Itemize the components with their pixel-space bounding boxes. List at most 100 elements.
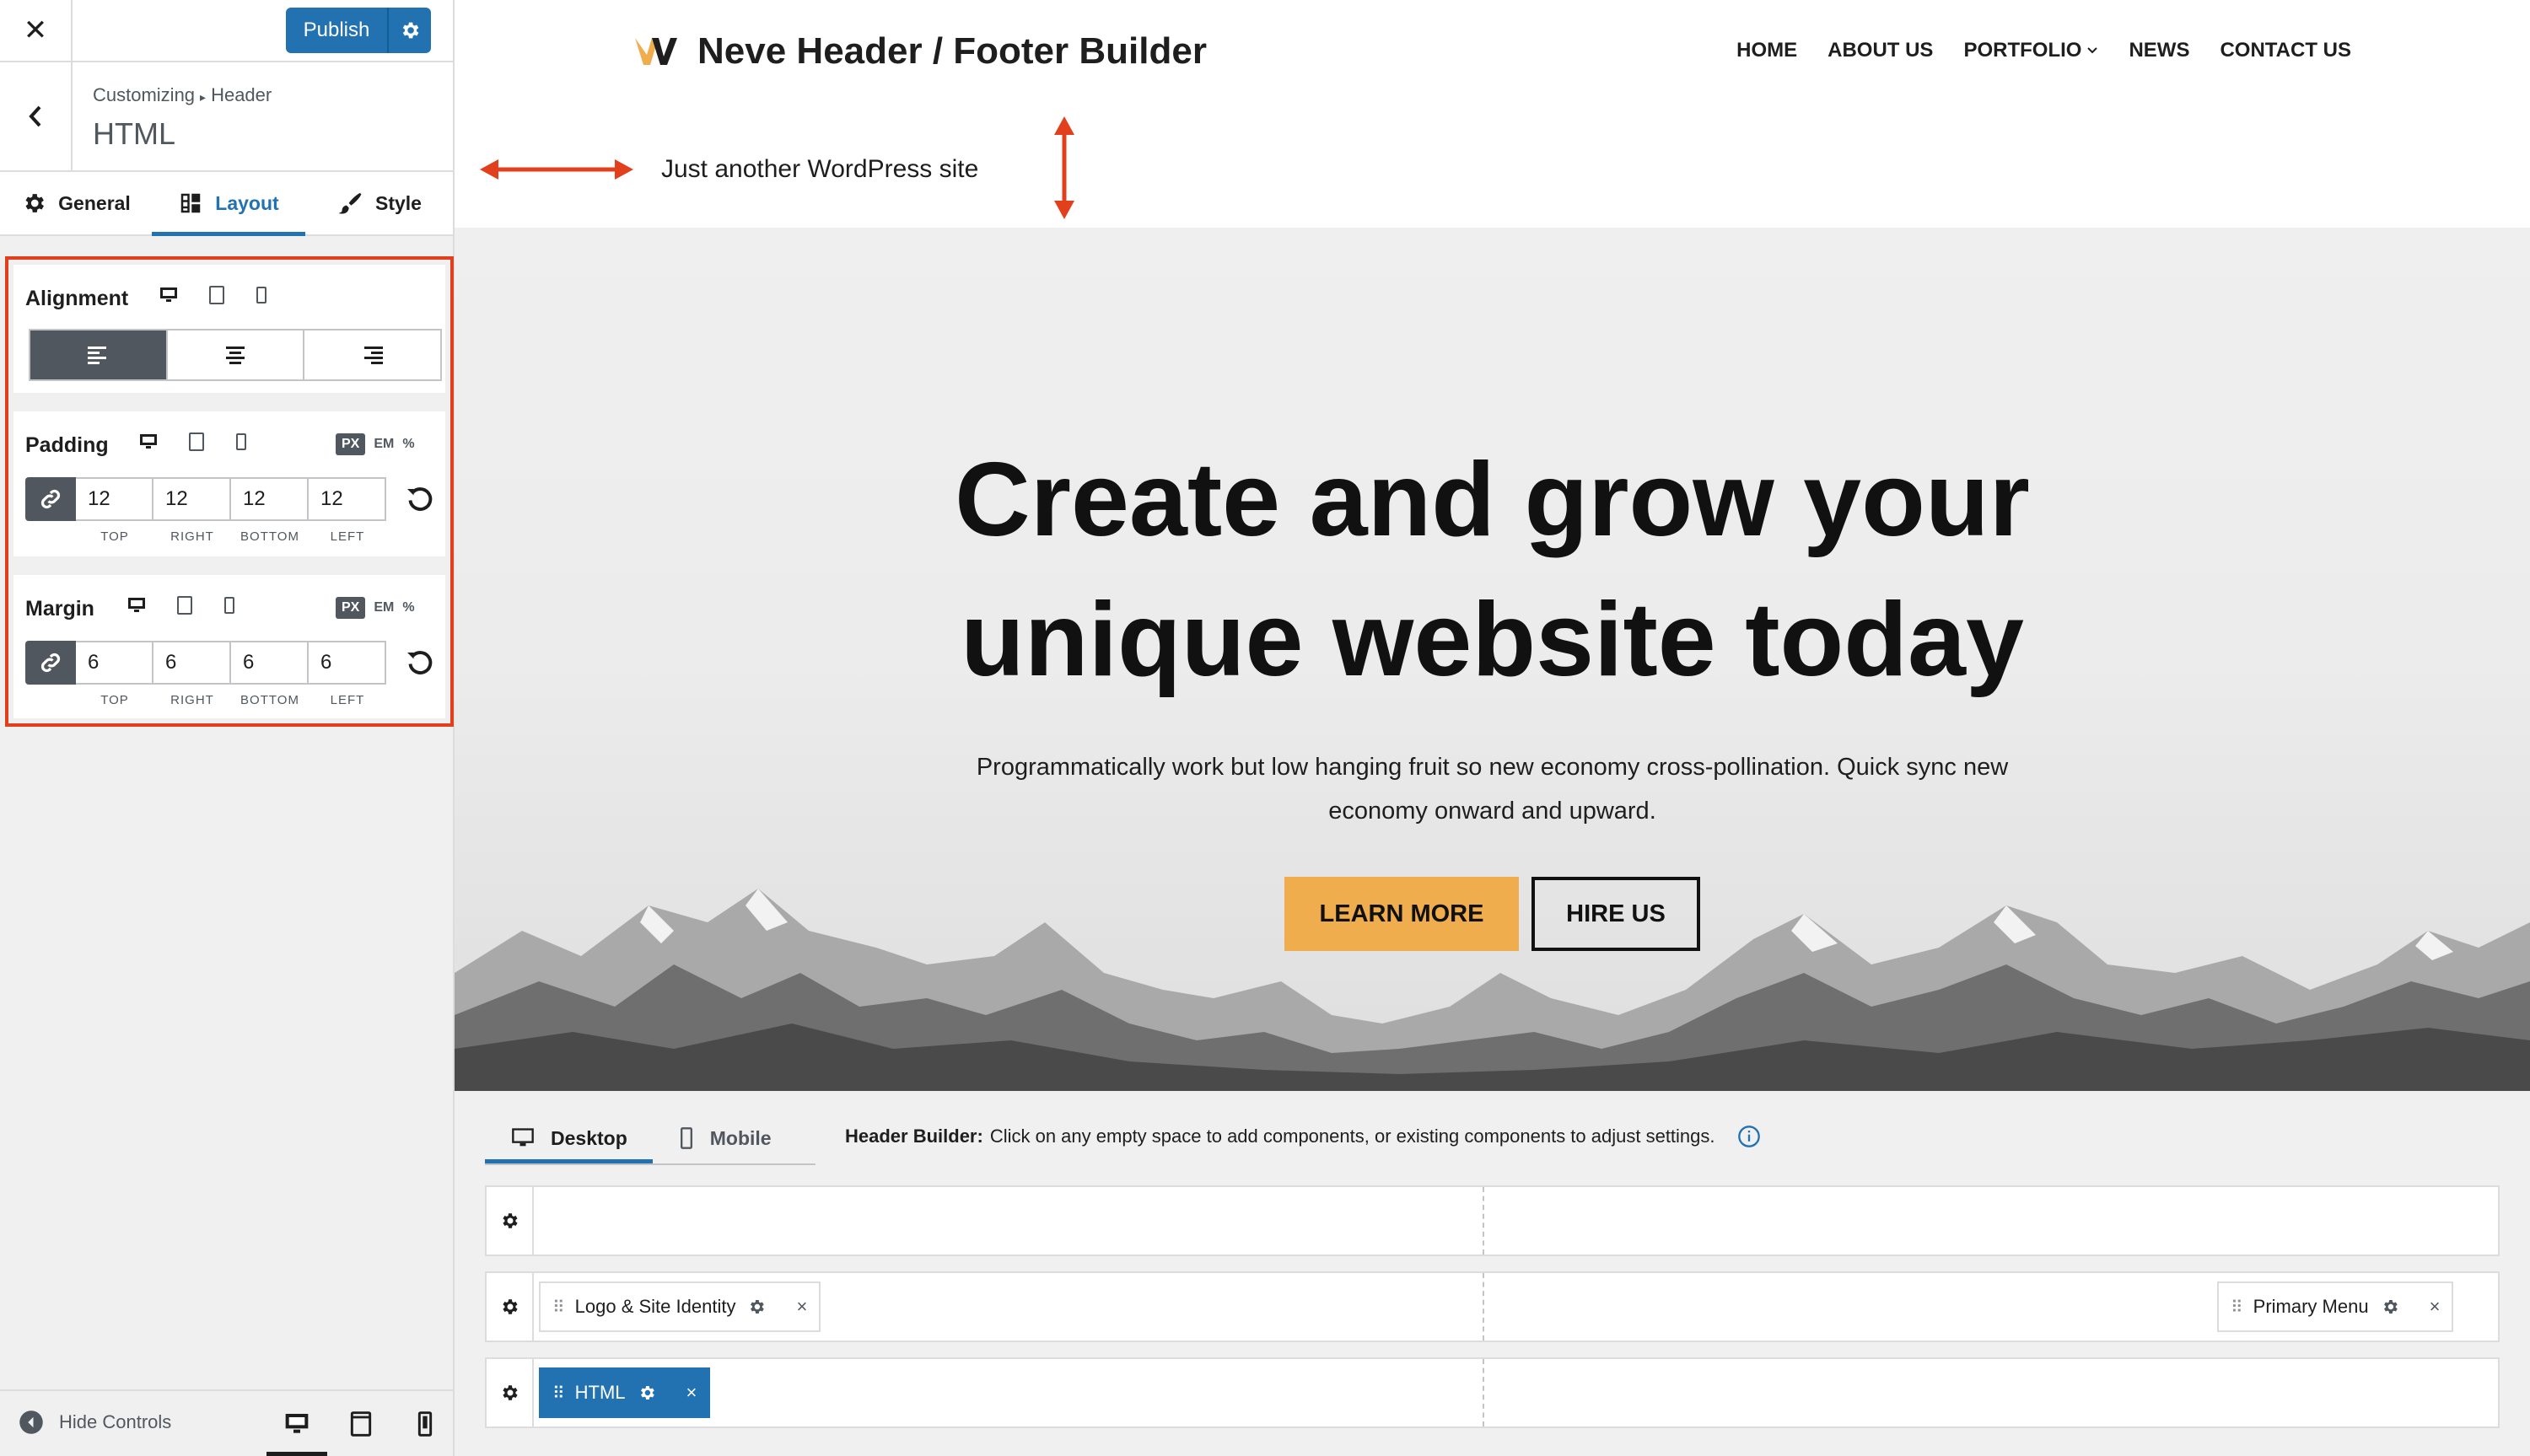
- gear-icon: [503, 1213, 518, 1228]
- margin-unit-switch: PX EM %: [336, 597, 415, 619]
- nav-about-us[interactable]: ABOUT US: [1828, 39, 1933, 62]
- margin-inputs: TOP RIGHT BOTTOM LEFT: [25, 641, 435, 707]
- align-center-button[interactable]: [167, 330, 305, 379]
- learn-more-button[interactable]: LEARN MORE: [1284, 877, 1519, 951]
- nav-home[interactable]: HOME: [1736, 39, 1797, 62]
- mobile-icon[interactable]: [234, 432, 248, 452]
- align-left-icon: [88, 347, 107, 364]
- align-right-button[interactable]: [304, 330, 441, 379]
- component-logo-site-identity[interactable]: ⠿ Logo & Site Identity ×: [539, 1281, 821, 1332]
- hero-description: Programmatically work but low hanging fr…: [976, 754, 2009, 825]
- padding-bottom-input[interactable]: [231, 477, 309, 521]
- preview-desktop-button[interactable]: [265, 1391, 329, 1456]
- unit-percent-button[interactable]: %: [402, 437, 414, 452]
- link-values-button[interactable]: [25, 641, 76, 685]
- component-primary-menu[interactable]: ⠿ Primary Menu ×: [2217, 1281, 2454, 1332]
- publish-settings-button[interactable]: [389, 19, 431, 41]
- padding-control: Padding PX EM % TOP RIGHT BOTTOM LEFT: [13, 411, 445, 556]
- desktop-icon: [512, 1128, 534, 1147]
- margin-left-input[interactable]: [309, 641, 386, 685]
- tablet-icon[interactable]: [187, 432, 206, 452]
- gear-icon: [402, 22, 419, 39]
- back-button[interactable]: [0, 62, 73, 170]
- desktop-icon: [285, 1413, 309, 1433]
- site-logo[interactable]: Neve Header / Footer Builder: [633, 30, 1207, 73]
- mobile-icon[interactable]: [223, 595, 236, 615]
- header-builder: Desktop Mobile Header Builder: Click on …: [455, 1091, 2530, 1456]
- gear-icon[interactable]: [747, 1298, 766, 1316]
- tab-desktop[interactable]: Desktop: [485, 1115, 653, 1163]
- component-html[interactable]: ⠿ HTML ×: [539, 1367, 711, 1418]
- preview-tablet-button[interactable]: [329, 1391, 393, 1456]
- unit-px-button[interactable]: PX: [336, 597, 366, 619]
- customizer-sidebar: ✕ Publish Customizing ▸ Header HTML Genera…: [0, 0, 455, 1456]
- desktop-icon[interactable]: [126, 595, 147, 615]
- desktop-icon[interactable]: [159, 285, 179, 305]
- tab-general[interactable]: General: [0, 172, 152, 234]
- tab-layout[interactable]: Layout: [152, 172, 305, 236]
- padding-label: Padding: [25, 433, 109, 457]
- tab-style[interactable]: Style: [305, 172, 453, 234]
- builder-info: Header Builder: Click on any empty space…: [845, 1125, 1761, 1148]
- unit-px-button[interactable]: PX: [336, 433, 366, 455]
- gear-icon: [25, 194, 45, 212]
- unit-em-button[interactable]: EM: [374, 600, 394, 615]
- builder-row-main[interactable]: ⠿ Logo & Site Identity × ⠿ Primary Menu …: [485, 1271, 2500, 1342]
- nav-contact-us[interactable]: CONTACT US: [2220, 39, 2351, 62]
- tablet-icon[interactable]: [175, 595, 194, 615]
- nav-portfolio[interactable]: PORTFOLIO: [1963, 39, 2098, 62]
- horizontal-arrow-icon: [480, 159, 633, 180]
- unit-em-button[interactable]: EM: [374, 437, 394, 452]
- publish-button[interactable]: Publish: [286, 8, 431, 53]
- mobile-icon: [680, 1127, 692, 1149]
- unit-percent-button[interactable]: %: [402, 600, 414, 615]
- align-center-icon: [226, 347, 245, 364]
- drag-handle-icon[interactable]: ⠿: [2231, 1297, 2243, 1318]
- info-icon[interactable]: [1737, 1125, 1761, 1148]
- preview-mobile-button[interactable]: [393, 1391, 457, 1456]
- reset-icon: [407, 487, 433, 511]
- padding-right-input[interactable]: [153, 477, 231, 521]
- tab-mobile[interactable]: Mobile: [653, 1115, 797, 1162]
- mobile-icon: [417, 1410, 433, 1437]
- nav-news[interactable]: NEWS: [2129, 39, 2189, 62]
- hide-controls-button[interactable]: Hide Controls: [19, 1410, 171, 1435]
- margin-bottom-input[interactable]: [231, 641, 309, 685]
- margin-top-input[interactable]: [76, 641, 153, 685]
- link-icon: [40, 653, 61, 673]
- gear-icon: [503, 1299, 518, 1314]
- margin-reset-button[interactable]: [405, 647, 435, 682]
- tablet-icon[interactable]: [207, 285, 226, 305]
- chevron-down-icon: [2087, 47, 2098, 54]
- remove-component-icon[interactable]: ×: [796, 1296, 807, 1318]
- drag-handle-icon[interactable]: ⠿: [552, 1383, 565, 1404]
- gear-icon[interactable]: [2381, 1298, 2399, 1316]
- neve-logo-icon: [635, 38, 677, 65]
- preview-device-switcher: [265, 1391, 457, 1456]
- row-settings-button[interactable]: [487, 1187, 534, 1255]
- builder-row-bottom[interactable]: ⠿ HTML ×: [485, 1357, 2500, 1428]
- builder-device-tabs: Desktop Mobile: [485, 1115, 797, 1163]
- padding-left-input[interactable]: [309, 477, 386, 521]
- remove-component-icon[interactable]: ×: [2430, 1296, 2441, 1318]
- link-values-button[interactable]: [25, 477, 76, 521]
- hero-section: Create and grow your unique website toda…: [455, 228, 2530, 1091]
- margin-control: Margin PX EM % TOP RIGHT BOTTOM LEFT: [13, 575, 445, 718]
- align-left-button[interactable]: [30, 330, 168, 379]
- close-customizer-button[interactable]: ✕: [0, 0, 73, 61]
- remove-component-icon[interactable]: ×: [686, 1382, 697, 1404]
- padding-reset-button[interactable]: [405, 484, 435, 518]
- row-settings-button[interactable]: [487, 1359, 534, 1426]
- margin-right-input[interactable]: [153, 641, 231, 685]
- row-settings-button[interactable]: [487, 1273, 534, 1340]
- padding-top-input[interactable]: [76, 477, 153, 521]
- padding-unit-switch: PX EM %: [336, 433, 415, 455]
- desktop-icon[interactable]: [138, 432, 159, 452]
- mobile-icon[interactable]: [255, 285, 268, 305]
- align-right-icon: [363, 347, 383, 364]
- hire-us-button[interactable]: HIRE US: [1531, 877, 1700, 951]
- gear-icon[interactable]: [638, 1383, 656, 1402]
- brush-icon: [338, 193, 362, 214]
- drag-handle-icon[interactable]: ⠿: [552, 1297, 565, 1318]
- builder-row-top[interactable]: [485, 1185, 2500, 1256]
